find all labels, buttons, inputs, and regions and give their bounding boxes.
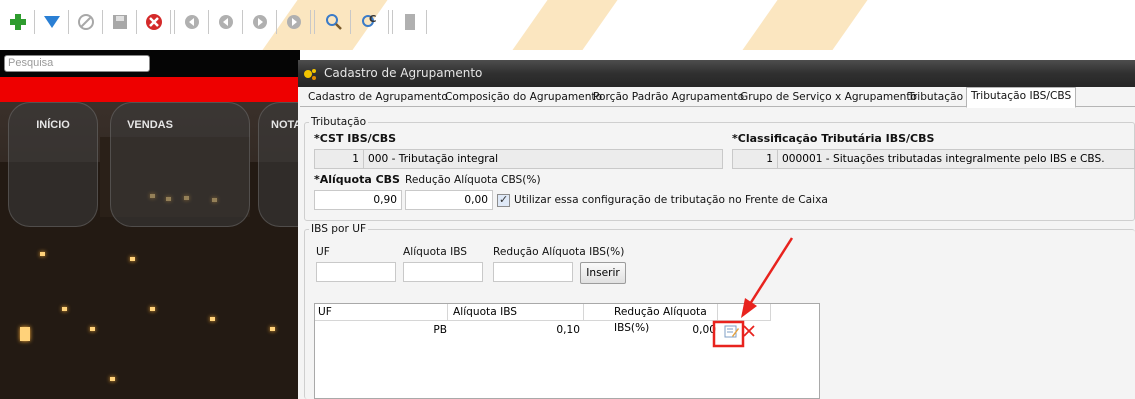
toolbar-separator (310, 10, 311, 34)
svg-text:C: C (369, 14, 376, 25)
toolbar-separator (136, 10, 137, 34)
previous-record-icon[interactable] (216, 12, 236, 32)
aliquota-cbs-label: *Alíquota CBS (314, 173, 400, 186)
light-dot (110, 377, 115, 381)
light-dot (270, 327, 275, 331)
save-icon[interactable] (110, 12, 130, 32)
nav-nota[interactable]: NOTA (258, 102, 300, 227)
app-star-icon (304, 69, 316, 80)
uf-input[interactable] (316, 262, 396, 282)
search-icon[interactable] (324, 12, 344, 32)
toolbar-separator (426, 10, 427, 34)
next-record-icon[interactable] (250, 12, 270, 32)
last-record-icon[interactable] (284, 12, 304, 32)
reducao-ibs-label: Redução Alíquota IBS(%) (493, 246, 625, 258)
tab-cadastro[interactable]: Cadastro de Agrupamento (304, 89, 452, 107)
nav-label: NOTA (271, 119, 300, 131)
tab-composicao[interactable]: Composição do Agrupamento (441, 89, 606, 107)
light-dot (210, 317, 215, 321)
frente-caixa-label: Utilizar essa configuração de tributação… (514, 194, 828, 206)
grid-cell-reducao: 0,00 (692, 324, 716, 336)
grid-cell-aliquota: 0,10 (556, 324, 580, 336)
window-title: Cadastro de Agrupamento (324, 66, 483, 80)
toolbar-separator (208, 10, 209, 34)
aliquota-cbs-input[interactable]: 0,90 (314, 190, 402, 210)
reducao-cbs-label: Redução Alíquota CBS(%) (405, 174, 541, 186)
toolbar-separator (102, 10, 103, 34)
aliquota-ibs-label: Alíquota IBS (403, 246, 467, 258)
red-banner (0, 77, 300, 102)
tributacao-legend: Tributação (311, 116, 367, 128)
toolbar-separator (170, 10, 171, 34)
edit-icon[interactable] (724, 324, 740, 338)
light-dot (130, 257, 135, 261)
tab-bar: Cadastro de Agrupamento Composição do Ag… (300, 87, 1135, 108)
toolbar-separator (174, 10, 175, 34)
grid-header-reducao[interactable]: Redução Alíquota IBS(%) (584, 304, 718, 334)
light-dot (40, 252, 45, 256)
classificacao-label: *Classificação Tributária IBS/CBS (732, 132, 935, 145)
window-title-bar[interactable]: Cadastro de Agrupamento (298, 60, 1135, 87)
nav-label: VENDAS (127, 119, 173, 131)
cst-description-field: 000 - Tributação integral (363, 149, 723, 169)
reducao-ibs-input[interactable] (493, 262, 573, 282)
filter-icon[interactable] (42, 12, 62, 32)
toolbar-separator (68, 10, 69, 34)
uf-label: UF (316, 246, 330, 258)
toolbar-separator (242, 10, 243, 34)
add-icon[interactable] (8, 12, 28, 32)
watermark-shape (735, 0, 875, 50)
cadastro-window: Cadastro de Agrupamento Cadastro de Agru… (298, 60, 1135, 399)
ibs-uf-legend: IBS por UF (311, 223, 367, 235)
watermark-shape (505, 0, 625, 50)
grid-header-aliquota[interactable]: Alíquota IBS (448, 304, 584, 321)
classificacao-code-field[interactable]: 1 (732, 149, 778, 169)
toolbar-separator (388, 10, 389, 34)
toolbar-separator (350, 10, 351, 34)
cst-label: *CST IBS/CBS (314, 132, 397, 145)
light-dot (90, 327, 95, 331)
ibs-uf-grid: UF Alíquota IBS Redução Alíquota IBS(%) … (314, 303, 820, 399)
toolbar-separator (392, 10, 393, 34)
classificacao-description-field: 000001 - Situações tributadas integralme… (777, 149, 1135, 169)
aliquota-ibs-input[interactable] (403, 262, 483, 282)
light-dot (20, 327, 30, 341)
delete-row-icon[interactable] (743, 325, 755, 337)
report-icon[interactable] (400, 12, 420, 32)
toolbar: C (0, 0, 1135, 50)
nav-vendas[interactable]: VENDAS (110, 102, 250, 227)
frente-caixa-checkbox[interactable] (497, 193, 510, 207)
light-dot (150, 307, 155, 311)
reducao-cbs-input[interactable]: 0,00 (405, 190, 493, 210)
light-dot (62, 307, 67, 311)
cst-code-field[interactable]: 1 (314, 149, 364, 169)
toolbar-separator (314, 10, 315, 34)
toolbar-separator (34, 10, 35, 34)
tab-grupo-servico[interactable]: Grupo de Serviço x Agrupamento (736, 89, 921, 107)
tab-tributacao-ibs-cbs[interactable]: Tributação IBS/CBS (966, 87, 1077, 108)
grid-header-actions (718, 304, 771, 321)
toolbar-separator (276, 10, 277, 34)
inserir-button[interactable]: Inserir (580, 262, 626, 284)
first-record-icon[interactable] (182, 12, 202, 32)
search-code-icon[interactable]: C (360, 12, 380, 32)
tab-porcao-padrao[interactable]: Porção Padrão Agrupamento (589, 89, 748, 107)
grid-cell-uf: PB (433, 324, 447, 336)
cancel-icon[interactable] (76, 12, 96, 32)
search-input[interactable]: Pesquisa (4, 55, 150, 72)
delete-icon[interactable] (144, 12, 164, 32)
background-app: Pesquisa INÍCIO VENDAS NOTA (0, 50, 300, 399)
grid-header-uf[interactable]: UF (315, 304, 448, 321)
tab-tributacao[interactable]: Tributação (904, 89, 967, 107)
